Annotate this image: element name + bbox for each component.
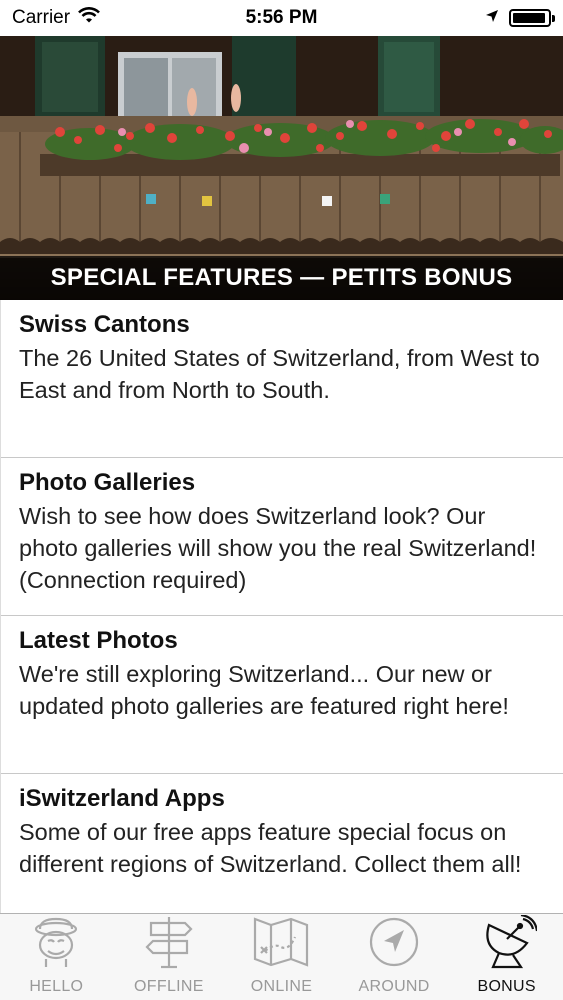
hero-image: SPECIAL FEATURES — PETITS BONUS (0, 36, 563, 300)
hello-face-icon (26, 915, 86, 978)
item-title: Swiss Cantons (19, 311, 190, 338)
carrier-label: Carrier (12, 7, 71, 28)
list-item-swiss-cantons[interactable]: Swiss Cantons The 26 United States of Sw… (1, 300, 563, 458)
location-arrow-icon (364, 915, 424, 978)
item-title: iSwitzerland Apps (19, 785, 225, 812)
tab-online[interactable]: ONLINE (225, 914, 338, 1000)
tab-label: OFFLINE (134, 978, 204, 995)
list-item-latest-photos[interactable]: Latest Photos We're still exploring Swit… (1, 616, 563, 774)
wifi-icon (78, 7, 100, 29)
battery-icon (509, 9, 555, 27)
tab-hello[interactable]: HELLO (0, 914, 113, 1000)
tab-label: ONLINE (250, 978, 313, 995)
satellite-dish-icon (477, 913, 538, 978)
treasure-map-icon (251, 915, 311, 978)
location-services-icon (485, 7, 499, 29)
item-description: Some of our free apps feature special fo… (19, 819, 522, 877)
tab-label: AROUND (358, 978, 430, 995)
item-description: The 26 United States of Switzerland, fro… (19, 345, 540, 403)
battery-fill (513, 13, 546, 23)
feature-list: Swiss Cantons The 26 United States of Sw… (0, 300, 563, 913)
tab-offline[interactable]: OFFLINE (113, 914, 226, 1000)
tab-label: HELLO (29, 978, 84, 995)
item-title: Photo Galleries (19, 469, 196, 496)
item-title: Latest Photos (19, 627, 178, 654)
signpost-icon (139, 915, 199, 978)
tab-bonus[interactable]: BONUS (450, 913, 563, 1000)
item-description: We're still exploring Switzerland... Our… (19, 661, 509, 719)
section-caption: SPECIAL FEATURES — PETITS BONUS (0, 256, 563, 300)
tab-around[interactable]: AROUND (338, 914, 451, 1000)
battery-cap (552, 15, 555, 22)
item-description: Wish to see how does Switzerland look? O… (19, 503, 537, 593)
status-left: Carrier (12, 7, 100, 29)
list-item-photo-galleries[interactable]: Photo Galleries Wish to see how does Swi… (1, 458, 563, 616)
status-bar: Carrier 5:56 PM (0, 0, 563, 36)
list-item-iswitzerland-apps[interactable]: iSwitzerland Apps Some of our free apps … (1, 774, 563, 913)
tab-bar: HELLO OFFLINE ONLINE AROUND BONUS (0, 913, 563, 1000)
tab-label: BONUS (477, 978, 536, 995)
status-right (485, 7, 555, 29)
